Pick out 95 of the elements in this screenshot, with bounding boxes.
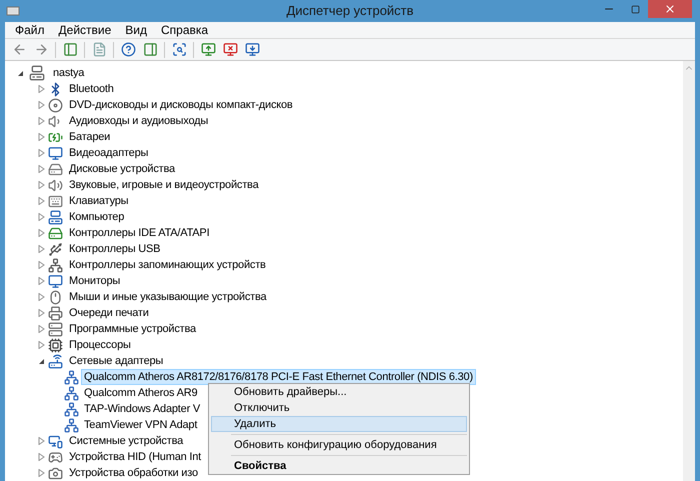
system-device-icon [48,434,63,448]
tree-item[interactable]: Qualcomm Atheros AR9 [81,385,200,401]
expand-arrow-icon[interactable] [38,261,45,269]
expand-arrow-icon[interactable] [38,437,45,445]
expand-arrow-icon[interactable] [38,229,45,237]
back-icon [12,42,26,57]
expand-arrow-icon[interactable] [38,165,45,173]
network-adapter-icon [64,418,79,432]
tree-item[interactable]: Контроллеры запоминающих устройств [66,257,269,273]
menu-option[interactable]: Обновить конфигурацию оборудования [211,437,467,453]
expand-arrow-icon[interactable] [38,325,45,333]
tree-item[interactable]: DVD-дисководы и дисководы компакт-дисков [66,97,296,113]
scrollbar[interactable] [683,61,695,481]
device-icon [48,322,63,336]
tree-item[interactable]: Контроллеры USB [66,241,164,257]
tree-item[interactable]: Очереди печати [66,305,152,321]
usb-icon [48,242,63,256]
collapse-arrow-icon[interactable] [17,70,24,76]
expand-arrow-icon[interactable] [38,149,45,157]
menu-option[interactable]: Отключить [211,400,467,416]
menu-option[interactable]: Удалить [211,416,467,432]
tree-item[interactable]: TAP-Windows Adapter V [81,401,204,417]
expand-arrow-icon[interactable] [38,85,45,93]
disc-drive-icon [48,98,63,112]
disable-icon [244,42,260,57]
tree-item[interactable]: Мониторы [66,273,124,289]
collapse-arrow-icon[interactable] [38,358,45,364]
tree-item[interactable]: Программные устройства [66,321,199,337]
hard-drive-icon [48,162,63,176]
tree-item[interactable]: Контроллеры IDE ATA/ATAPI [66,225,212,241]
tree-item[interactable]: Видеоадаптеры [66,145,152,161]
panel-icon [142,42,158,57]
tree-item[interactable]: Qualcomm Atheros AR8172/8176/8178 PCI-E Fast Ethernet Controller (NDIS 6.30) [81,369,476,385]
close-icon [664,3,676,15]
menu-item[interactable]: Файл [8,21,52,39]
tree-item[interactable]: Bluetooth [66,81,117,97]
network-adapter-icon [64,402,79,416]
tree-item[interactable]: Мыши и иные указывающие устройства [66,289,270,305]
expand-arrow-icon[interactable] [38,309,45,317]
expand-arrow-icon[interactable] [38,197,45,205]
update-driver-icon [200,42,216,57]
menu-option[interactable]: Обновить драйверы... [211,384,467,400]
tree-item[interactable]: Устройства обработки изо [66,465,201,481]
expand-arrow-icon[interactable] [38,133,45,141]
printer-icon [48,306,63,320]
monitor-icon [48,274,63,288]
camera-icon [48,466,63,480]
tree-item[interactable]: Процессоры [66,337,134,353]
menu-item[interactable]: Вид [118,21,154,39]
expand-arrow-icon[interactable] [38,469,45,477]
network-adapter-icon [64,370,79,384]
tree-item[interactable]: Батареи [66,129,114,145]
uninstall-icon [222,42,238,57]
expand-arrow-icon[interactable] [38,117,45,125]
expand-arrow-icon[interactable] [38,453,45,461]
processor-icon [48,338,63,352]
tree-item[interactable]: Системные устройства [66,433,186,449]
monitor-icon [48,146,63,160]
expand-arrow-icon[interactable] [38,245,45,253]
scan-icon [172,42,186,57]
keyboard-icon [48,194,63,208]
close-button[interactable] [648,0,692,18]
expand-arrow-icon[interactable] [38,101,45,109]
maximize-icon [630,4,640,14]
tree-item[interactable]: Клавиатуры [66,193,132,209]
tree-item[interactable]: Сетевые адаптеры [66,353,166,369]
tree-item[interactable]: Устройства HID (Human Int [66,449,204,465]
tree-item[interactable]: Звуковые, игровые и видеоустройства [66,177,262,193]
computer-icon [48,210,63,224]
hid-device-icon [48,450,63,464]
tree-item[interactable]: nastya [50,65,88,81]
expand-arrow-icon[interactable] [38,181,45,189]
tree-item[interactable]: Компьютер [66,209,128,225]
properties-icon [92,42,106,57]
network-adapter-icon [64,386,79,400]
expand-arrow-icon[interactable] [38,341,45,349]
mouse-icon [48,290,63,304]
menu-item[interactable]: Действие [52,21,118,39]
window-title: Диспетчер устройств [286,2,414,20]
menu-item[interactable]: Справка [154,21,216,39]
panel-icon [62,42,78,57]
tree-item[interactable]: Аудиовходы и аудиовыходы [66,113,212,129]
expand-arrow-icon[interactable] [38,213,45,221]
network-adapter-icon [48,354,63,368]
expand-arrow-icon[interactable] [38,293,45,301]
tree-item[interactable]: TeamViewer VPN Adapt [81,417,200,433]
menu-option[interactable]: Свойства [211,458,467,474]
forward-icon [34,42,48,57]
help-icon [120,42,136,57]
expand-arrow-icon[interactable] [38,277,45,285]
app-icon [6,6,20,16]
controller-icon [48,226,63,240]
speaker-icon [48,178,63,192]
computer-icon [29,65,45,81]
tree-item[interactable]: Дисковые устройства [66,161,178,177]
